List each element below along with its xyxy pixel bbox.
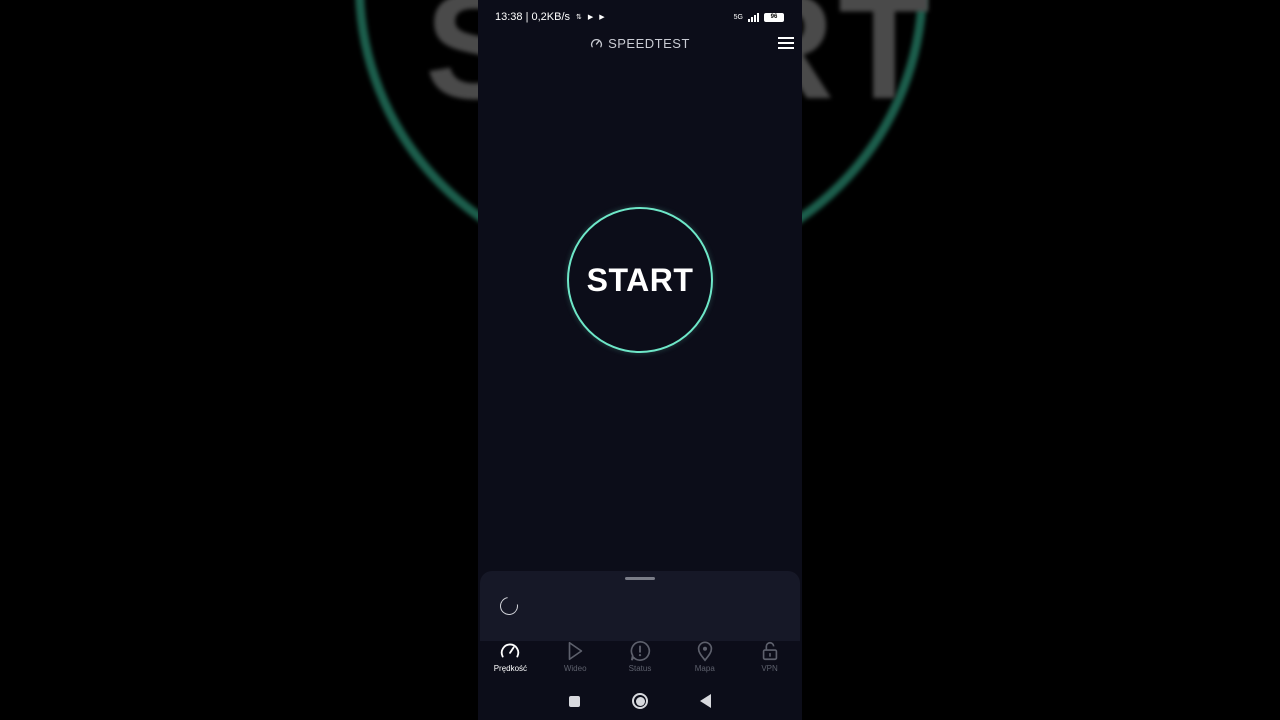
tab-label: Mapa [694, 664, 715, 673]
tab-video[interactable]: Wideo [545, 640, 605, 673]
menu-button[interactable] [776, 33, 796, 53]
app-bar: SPEEDTEST [478, 32, 802, 54]
home-button[interactable] [632, 693, 648, 709]
hamburger-icon [778, 37, 794, 49]
lock-icon [762, 641, 777, 661]
tab-label: Prędkość [493, 664, 528, 673]
media-play-icon: ▶ [587, 14, 594, 21]
tab-speed[interactable]: Prędkość [480, 640, 540, 673]
start-button[interactable]: START [567, 207, 713, 353]
tab-vpn[interactable]: VPN [740, 640, 800, 673]
tab-map[interactable]: Mapa [675, 640, 735, 673]
signal-icon [748, 12, 759, 22]
loading-spinner-icon [496, 593, 522, 619]
play-icon [568, 641, 583, 661]
tab-label: Wideo [563, 664, 587, 673]
status-time-speed: 13:38 | 0,2KB/s [495, 11, 571, 23]
map-pin-icon [697, 641, 713, 662]
alert-icon [630, 641, 651, 661]
speedometer-icon [501, 643, 520, 658]
data-arrows-icon: ⇅ [576, 13, 582, 21]
media-play-icon-2: ▶ [599, 14, 605, 21]
bottom-sheet[interactable] [480, 571, 800, 641]
battery-level: 96 [770, 14, 778, 20]
gauge-icon [591, 38, 603, 47]
sheet-drag-handle[interactable] [625, 577, 655, 580]
tab-label: Status [628, 664, 652, 673]
tab-label: VPN [761, 664, 778, 673]
tab-status[interactable]: Status [610, 640, 670, 673]
app-title: SPEEDTEST [608, 35, 690, 51]
recents-button[interactable] [569, 695, 580, 707]
battery-icon: 96 [764, 12, 784, 22]
network-type: 5G [733, 13, 743, 21]
tab-bar: Prędkość Wideo Status Mapa VPN [478, 635, 802, 680]
home-dot-icon [635, 696, 645, 706]
status-bar: 13:38 | 0,2KB/s ⇅ ▶ ▶ 5G 96 [478, 0, 802, 34]
start-label: START [586, 261, 694, 298]
back-button[interactable] [700, 694, 711, 708]
phone-screen: 13:38 | 0,2KB/s ⇅ ▶ ▶ 5G 96 SPEEDTEST ST… [478, 0, 802, 720]
speedtest-logo: SPEEDTEST [590, 36, 690, 51]
system-nav-bar [478, 682, 802, 720]
